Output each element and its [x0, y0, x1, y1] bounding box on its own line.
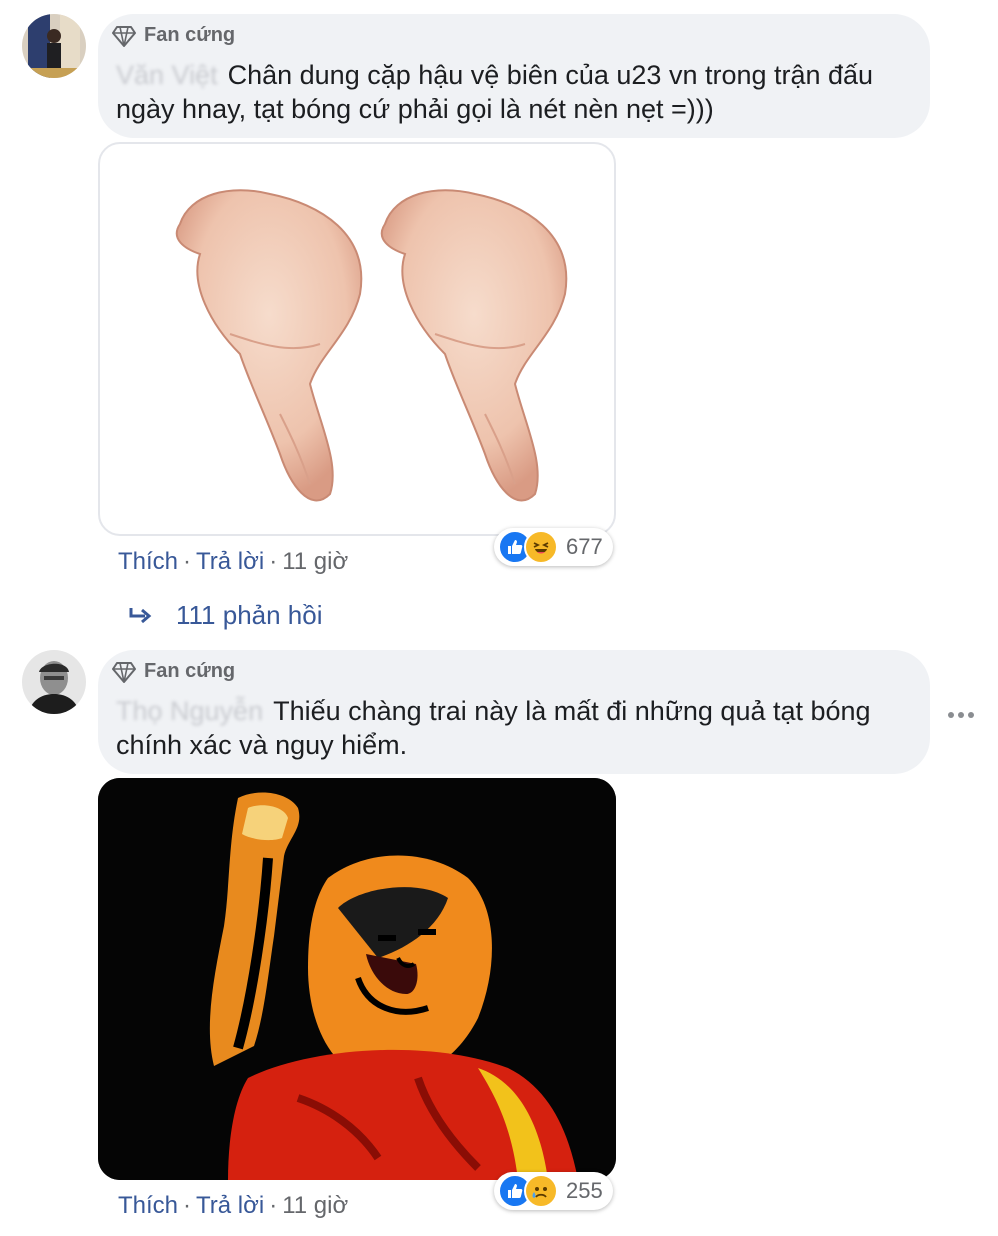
player-poster-art[interactable] — [98, 778, 616, 1180]
author-name[interactable]: Văn Việt — [116, 60, 218, 90]
haha-icon — [524, 530, 558, 564]
fan-badge: Fan cứng — [112, 24, 235, 47]
like-link[interactable]: Thích — [118, 548, 178, 576]
separator: · — [269, 1192, 278, 1219]
timestamp[interactable]: 11 giờ — [282, 548, 348, 576]
badge-label: Fan cứng — [144, 24, 236, 46]
avatar[interactable] — [22, 14, 86, 78]
sad-icon — [524, 1174, 558, 1208]
replies-label[interactable]: 111 phản hồi — [176, 600, 323, 631]
avatar[interactable] — [22, 650, 86, 714]
comment-actions: Thích · Trả lời · 11 giờ — [118, 548, 348, 576]
comment-text: Thọ Nguyễn Thiếu chàng trai này là mất đi… — [116, 694, 900, 762]
comment-line-1: Thiếu chàng trai này là mất đi những quả… — [273, 696, 871, 726]
more-options-icon[interactable] — [948, 712, 974, 718]
reply-link[interactable]: Trả lời — [196, 1192, 264, 1220]
separator: · — [183, 548, 192, 575]
comment-actions: Thích · Trả lời · 11 giờ — [118, 1192, 348, 1220]
comment-line-2: chính xác và nguy hiểm. — [116, 730, 408, 760]
separator: · — [183, 1192, 192, 1219]
diamond-icon — [112, 661, 136, 683]
reply-arrow-icon — [129, 607, 152, 623]
comment-line-2: ngày hnay, tạt bóng cứ phải gọi là nét n… — [116, 94, 714, 124]
comment-bubble: Fan cứng Thọ Nguyễn Thiếu chàng trai này … — [98, 650, 930, 774]
reaction-summary[interactable]: 255 — [494, 1172, 613, 1210]
reaction-summary[interactable]: 677 — [494, 528, 613, 566]
author-name[interactable]: Thọ Nguyễn — [116, 696, 263, 726]
like-link[interactable]: Thích — [118, 1192, 178, 1220]
comment-text: Văn Việt Chân dung cặp hậu vệ biên của u2… — [116, 58, 900, 126]
reply-link[interactable]: Trả lời — [196, 548, 264, 576]
view-replies-link[interactable]: 111 phản hồi — [128, 600, 323, 631]
timestamp[interactable]: 11 giờ — [282, 1192, 348, 1220]
comment-bubble: Fan cứng Văn Việt Chân dung cặp hậu vệ bi… — [98, 14, 930, 138]
reaction-count: 255 — [566, 1178, 603, 1203]
comment-line-1: Chân dung cặp hậu vệ biên của u23 vn tro… — [227, 60, 874, 90]
badge-label: Fan cứng — [144, 660, 236, 682]
chicken-wings-photo[interactable] — [98, 142, 616, 536]
separator: · — [269, 548, 278, 575]
fan-badge: Fan cứng — [112, 660, 235, 683]
reaction-count: 677 — [566, 534, 603, 559]
diamond-icon — [112, 25, 136, 47]
